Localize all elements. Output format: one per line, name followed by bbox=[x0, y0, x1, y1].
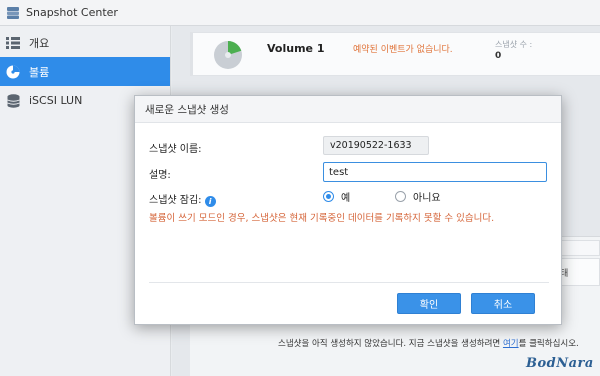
empty-note: 스냅샷을 아직 생성하지 않았습니다. 지금 스냅샷을 생성하려면 여기를 클릭… bbox=[278, 337, 579, 349]
info-icon[interactable]: i bbox=[204, 196, 216, 207]
lock-yes-label: 예 bbox=[341, 193, 351, 204]
radio-unselected-icon[interactable] bbox=[395, 191, 406, 202]
snapshot-count-label: 스냅샷 수 : bbox=[495, 40, 533, 49]
title-bar: Snapshot Center bbox=[0, 0, 600, 26]
sidebar-item-volume[interactable]: 볼륨 bbox=[0, 57, 170, 86]
dialog-header: 새로운 스냅샷 생성 bbox=[135, 96, 561, 123]
sidebar-item-label: iSCSI LUN bbox=[29, 94, 83, 107]
empty-note-text: 스냅샷을 아직 생성하지 않았습니다. 지금 스냅샷을 생성하려면 bbox=[278, 339, 503, 349]
cancel-button[interactable]: 취소 bbox=[471, 293, 535, 314]
snapshot-lock-label: 스냅샷 잠김: bbox=[149, 195, 202, 206]
snapshot-name-field: v20190522-1633 bbox=[323, 136, 429, 155]
sidebar-item-label: 볼륨 bbox=[29, 65, 50, 79]
overview-icon bbox=[6, 36, 20, 50]
volume-card[interactable]: Volume 1 예약된 이벤트가 없습니다. 스냅샷 수 : 0 bbox=[190, 32, 600, 76]
warning-message: 볼륨이 쓰기 모드인 경우, 스냅샷은 현재 기록중인 데이터를 기록하지 못할… bbox=[149, 213, 495, 224]
lock-yes-option[interactable]: 예 bbox=[323, 189, 350, 204]
snapshot-lock-row: 스냅샷 잠김: i bbox=[149, 191, 216, 207]
create-snapshot-dialog: 새로운 스냅샷 생성 스냅샷 이름: v20190522-1633 설명: 스냅… bbox=[134, 95, 562, 325]
sidebar-item-label: 개요 bbox=[29, 36, 50, 50]
watermark-logo: BodNara bbox=[526, 356, 594, 371]
empty-note-suffix: 를 클릭하십시오. bbox=[518, 339, 579, 349]
lock-no-label: 아니요 bbox=[413, 193, 441, 204]
volume-disc-icon bbox=[214, 41, 242, 69]
snapshot-name-label: 스냅샷 이름: bbox=[149, 144, 202, 155]
divider bbox=[149, 282, 549, 283]
volume-name: Volume 1 bbox=[267, 42, 325, 55]
description-label: 설명: bbox=[149, 170, 171, 181]
sidebar-item-overview[interactable]: 개요 bbox=[0, 28, 170, 57]
dialog-title: 새로운 스냅샷 생성 bbox=[145, 103, 229, 116]
radio-selected-icon[interactable] bbox=[323, 191, 334, 202]
snapshot-center-icon bbox=[7, 6, 19, 19]
description-input[interactable] bbox=[323, 162, 547, 182]
snapshot-count: 0 bbox=[495, 51, 502, 61]
volume-status: 예약된 이벤트가 없습니다. bbox=[353, 45, 453, 55]
create-here-link[interactable]: 여기 bbox=[503, 339, 519, 349]
lock-no-option[interactable]: 아니요 bbox=[395, 189, 441, 204]
volume-icon bbox=[6, 65, 20, 79]
app-title: Snapshot Center bbox=[26, 6, 118, 19]
confirm-button[interactable]: 확인 bbox=[397, 293, 461, 314]
iscsi-lun-icon bbox=[6, 93, 20, 108]
